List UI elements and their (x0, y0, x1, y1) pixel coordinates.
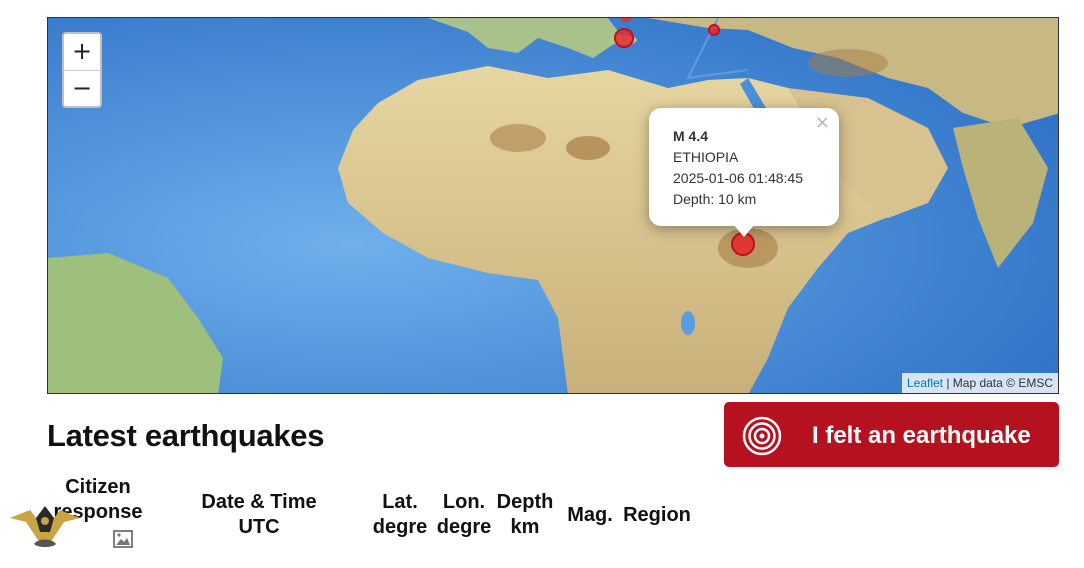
popup-depth: Depth: 10 km (673, 191, 757, 207)
page-title: Latest earthquakes (47, 418, 325, 453)
datetime-header-line1: Date & Time (201, 491, 317, 513)
popup-region: ETHIOPIA (673, 149, 739, 165)
popup-tip (733, 224, 755, 237)
popup-close-button[interactable]: × (815, 112, 830, 133)
zoom-out-button[interactable]: − (64, 70, 100, 106)
depth-header-line2: km (510, 516, 540, 538)
zoom-in-button[interactable]: + (64, 34, 100, 70)
datetime-header-line2: UTC (238, 516, 280, 538)
column-header-region[interactable]: Region (622, 503, 692, 528)
column-header-datetime[interactable]: Date & Time UTC (198, 490, 320, 540)
image-icon (113, 530, 133, 548)
lat-header-line2: degre (372, 516, 428, 538)
leaflet-link[interactable]: Leaflet (907, 376, 943, 390)
map-attribution: Leaflet | Map data © EMSC (901, 373, 1058, 393)
earthquake-marker[interactable] (708, 24, 720, 36)
citizen-header-line1: Citizen (65, 476, 131, 498)
earthquake-popup: × M 4.4 ETHIOPIA 2025-01-06 01:48:45 Dep… (649, 108, 839, 237)
column-header-depth[interactable]: Depth km (494, 490, 556, 540)
earthquake-marker[interactable] (614, 28, 634, 48)
mag-header: Mag. (567, 504, 613, 526)
attribution-text: | Map data © EMSC (943, 376, 1053, 390)
felt-earthquake-button[interactable]: I felt an earthquake (724, 402, 1059, 467)
lat-header-line1: Lat. (382, 491, 418, 513)
seismic-rings-icon (742, 416, 782, 456)
region-header: Region (623, 504, 691, 526)
arab-defense-forum-logo (10, 506, 80, 564)
earthquake-marker[interactable] (620, 18, 632, 22)
column-header-latitude[interactable]: Lat. degre (369, 490, 431, 540)
lon-header-line2: degre (436, 516, 492, 538)
earthquake-map[interactable]: + − × M 4.4 ETHIOPIA 2025-01-06 01:48:45… (47, 17, 1059, 394)
earthquake-markers (614, 18, 755, 256)
popup-datetime: 2025-01-06 01:48:45 (673, 170, 803, 186)
column-header-longitude[interactable]: Lon. degre (433, 490, 495, 540)
column-header-magnitude[interactable]: Mag. (564, 503, 616, 528)
depth-header-line1: Depth (496, 491, 554, 513)
zoom-control: + − (62, 32, 102, 108)
felt-button-label: I felt an earthquake (812, 422, 1031, 449)
lon-header-line1: Lon. (442, 491, 486, 513)
popup-magnitude: M 4.4 (673, 128, 709, 144)
